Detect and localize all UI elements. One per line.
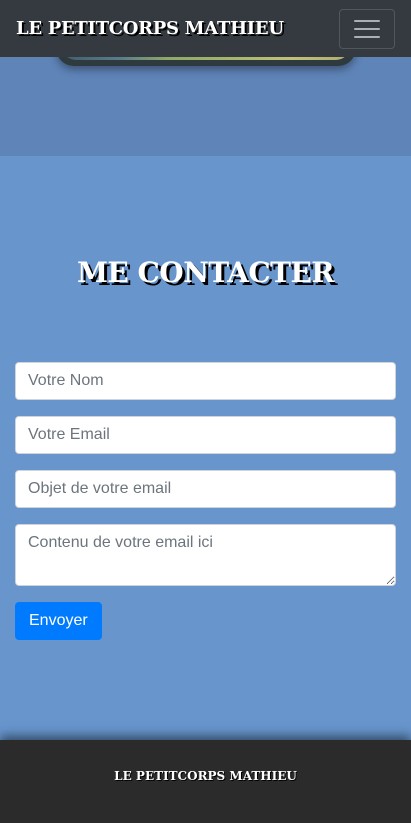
footer-text: LE PETITCORPS MATHIEU — [114, 768, 297, 783]
send-button[interactable]: Envoyer — [15, 602, 102, 640]
hamburger-menu-icon-bar — [354, 27, 380, 30]
hamburger-menu-icon-bar — [354, 35, 380, 38]
footer: LE PETITCORPS MATHIEU — [0, 740, 411, 823]
contact-title: ME CONTACTER — [76, 256, 335, 289]
name-input[interactable] — [15, 362, 396, 400]
navbar: LE PETITCORPS MATHIEU — [0, 0, 411, 57]
email-input[interactable] — [15, 416, 396, 454]
contact-section: ME CONTACTER Envoyer — [0, 156, 411, 740]
subject-input[interactable] — [15, 470, 396, 508]
message-textarea[interactable] — [15, 524, 396, 586]
navbar-brand[interactable]: LE PETITCORPS MATHIEU — [16, 18, 284, 39]
navbar-toggle-button[interactable] — [339, 8, 395, 49]
hamburger-menu-icon — [354, 19, 380, 22]
contact-form: Envoyer — [15, 362, 396, 640]
page: LE PETITCORPS MATHIEU ME CONTACTER Envoy… — [0, 0, 411, 823]
